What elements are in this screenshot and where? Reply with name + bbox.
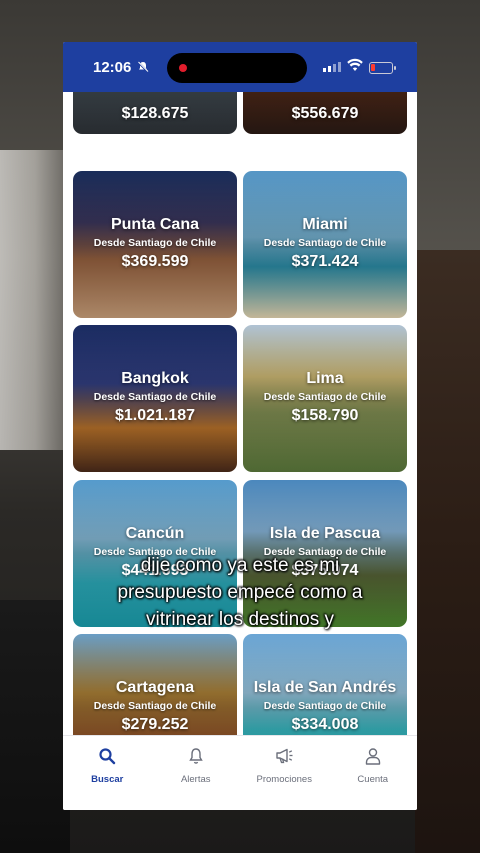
dynamic-island [167, 53, 307, 83]
caption-line: vitrinear los destinos y [146, 609, 334, 630]
tab-label: Alertas [180, 774, 211, 785]
status-time: 12:06 [93, 59, 132, 76]
destination-card-punta-cana[interactable]: Punta Cana Desde Santiago de Chile $369.… [73, 171, 237, 318]
search-icon [63, 746, 152, 766]
destination-name: Cartagena [115, 679, 195, 696]
silent-bell-icon [137, 61, 149, 73]
destination-name: Bangkok [121, 370, 189, 387]
destination-price: $556.679 [291, 105, 359, 122]
destination-price: $369.599 [121, 253, 189, 270]
megaphone-icon [240, 746, 329, 766]
tab-buscar[interactable]: Buscar [63, 736, 152, 810]
destination-card-lima[interactable]: Lima Desde Santiago de Chile $158.790 [243, 325, 407, 472]
destination-origin: Desde Santiago de Chile [263, 237, 387, 249]
destination-card[interactable]: $128.675 [73, 92, 237, 134]
destinations-grid: $128.675 $556.679 Punta Cana Desde Santi… [63, 92, 417, 735]
battery-icon [369, 62, 396, 74]
tab-alertas[interactable]: Alertas [152, 736, 241, 810]
destination-price: $158.790 [291, 407, 359, 424]
destination-origin: Desde Santiago de Chile [263, 700, 387, 712]
destination-origin: Desde Santiago de Chile [93, 237, 217, 249]
video-caption: dije como ya este es mi presupuesto empe… [0, 552, 480, 633]
destination-card-isla-de-san-andres[interactable]: Isla de San Andrés Desde Santiago de Chi… [243, 634, 407, 735]
tab-label: Buscar [91, 774, 124, 785]
destination-price: $128.675 [121, 105, 189, 122]
tab-label: Promociones [256, 774, 312, 785]
tab-label: Cuenta [357, 774, 389, 785]
destination-name: Isla de San Andrés [253, 679, 397, 696]
tab-cuenta[interactable]: Cuenta [329, 736, 418, 810]
destination-card-bangkok[interactable]: Bangkok Desde Santiago de Chile $1.021.1… [73, 325, 237, 472]
destination-name: Lima [306, 370, 344, 387]
user-icon [329, 746, 418, 766]
destination-card[interactable]: $556.679 [243, 92, 407, 134]
wifi-icon [347, 58, 363, 77]
destination-price: $279.252 [121, 716, 189, 733]
background-jacket [0, 600, 70, 853]
destination-origin: Desde Santiago de Chile [93, 391, 217, 403]
destination-price: $371.424 [291, 253, 359, 270]
caption-line: presupuesto empecé como a [117, 582, 363, 603]
destination-price: $1.021.187 [114, 407, 196, 424]
destination-price: $334.008 [291, 716, 359, 733]
destination-name: Miami [302, 216, 348, 233]
tab-promociones[interactable]: Promociones [240, 736, 329, 810]
background-window [0, 150, 70, 450]
destination-name: Punta Cana [110, 216, 199, 233]
bell-icon [152, 746, 241, 766]
destination-card-miami[interactable]: Miami Desde Santiago de Chile $371.424 [243, 171, 407, 318]
destination-card-cartagena[interactable]: Cartagena Desde Santiago de Chile $279.2… [73, 634, 237, 735]
destination-origin: Desde Santiago de Chile [263, 391, 387, 403]
destination-name: Isla de Pascua [269, 525, 381, 542]
recording-dot-icon [179, 64, 187, 72]
caption-line: dije como ya este es mi [140, 555, 340, 576]
status-bar: 12:06 [63, 42, 417, 92]
destination-name: Cancún [125, 525, 185, 542]
bottom-tab-bar: Buscar Alertas Promociones Cuenta [63, 735, 417, 810]
phone-screen: 12:06 $128.675 $556.679 Punta Cana Desde… [63, 42, 417, 810]
signal-icon [323, 62, 341, 72]
destination-origin: Desde Santiago de Chile [93, 700, 217, 712]
